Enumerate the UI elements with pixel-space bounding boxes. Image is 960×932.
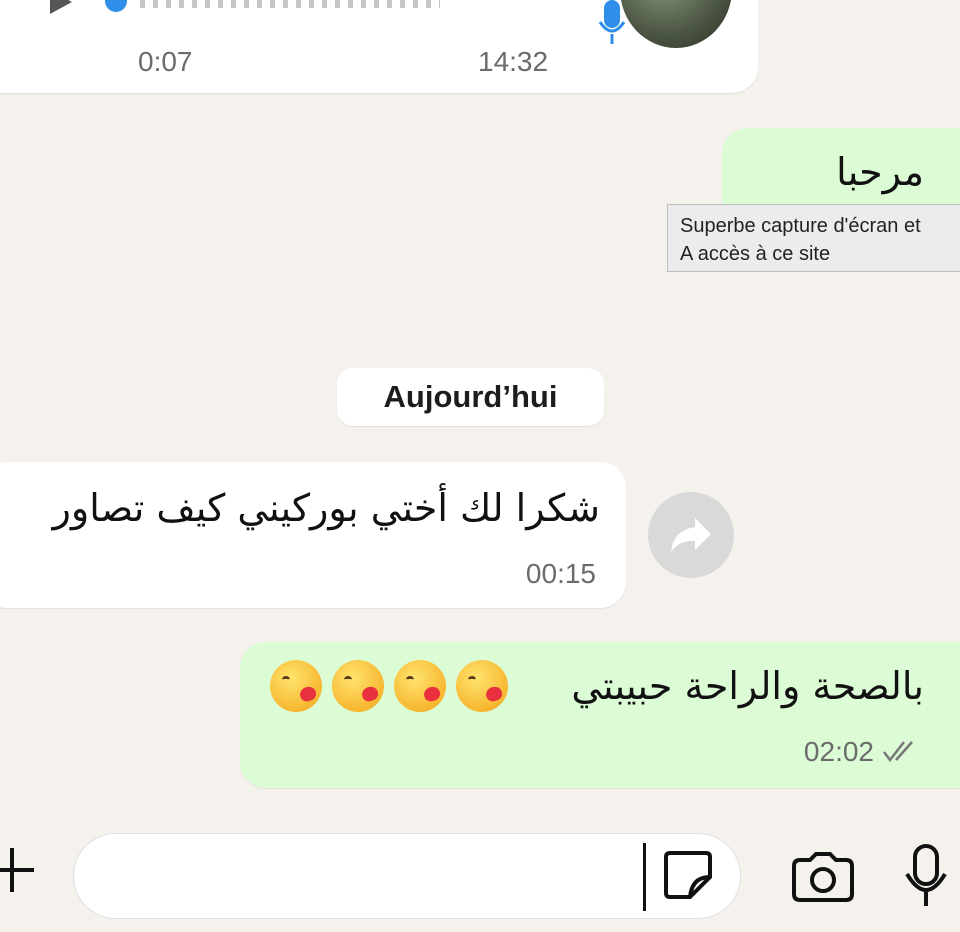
message-text: مرحبا [836,150,924,194]
voice-timestamp: 14:32 [478,46,549,77]
sticker-icon[interactable] [662,849,714,901]
kissing-face-emoji [332,660,384,712]
audio-waveform [140,0,440,8]
kissing-face-emoji [270,660,322,712]
outgoing-message[interactable]: بالصحة والراحة حبيبتي 02:02 [240,642,960,788]
playback-position-dot[interactable] [105,0,127,12]
plus-icon[interactable] [0,846,36,894]
message-text: شكرا لك أختي بوركيني كيف تصاور [52,486,601,530]
message-text: بالصحة والراحة حبيبتي [571,664,924,708]
tooltip-line-1: Superbe capture d'écran et [680,215,921,237]
double-check-icon [883,741,913,763]
message-timestamp: 00:15 [525,558,596,589]
microphone-icon[interactable] [903,844,949,908]
message-timestamp: 02:02 [803,736,874,767]
voice-message-bubble[interactable]: 0:07 14:32 [0,0,758,93]
kissing-face-emoji [456,660,508,712]
kissing-face-emoji [394,660,446,712]
avatar [620,0,732,48]
date-separator: Aujourd’hui [337,368,604,426]
text-cursor [643,843,646,911]
emoji-group [270,660,518,717]
play-icon[interactable] [50,0,72,14]
microphone-icon [598,0,626,44]
voice-duration: 0:07 [138,46,193,77]
forward-icon [671,518,711,552]
camera-icon[interactable] [790,852,856,902]
tooltip-line-2: A accès à ce site [680,243,831,265]
browser-tooltip: Superbe capture d'écran et A accès à ce … [667,204,960,272]
forward-button[interactable] [648,492,734,578]
message-input[interactable] [73,833,741,919]
incoming-message[interactable]: شكرا لك أختي بوركيني كيف تصاور 00:15 [0,462,626,608]
